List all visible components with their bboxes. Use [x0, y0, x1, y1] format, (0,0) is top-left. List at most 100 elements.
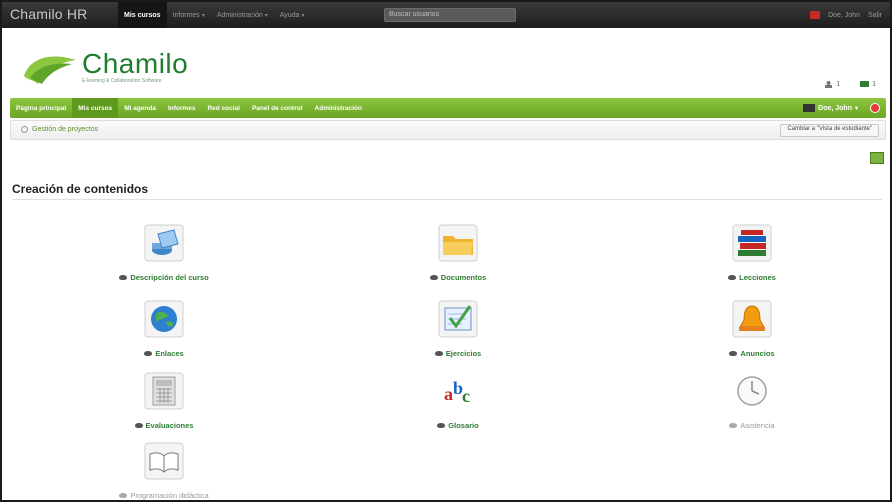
chamilo-logo-icon [24, 56, 76, 84]
top-nav-label: Administración [216, 11, 263, 19]
tool-label: Enlaces [74, 349, 254, 358]
tool-name: Evaluaciones [145, 421, 194, 430]
nav-reports[interactable]: Informes [162, 98, 201, 118]
tool-name: Asistencia [740, 421, 775, 430]
tool-label: Lecciones [662, 273, 842, 282]
top-right-menu: Doe, John Salir [810, 2, 882, 28]
tool-label: Ejercicios [368, 349, 548, 358]
header-icons: 1 1 [824, 80, 876, 88]
chevron-down-icon: ▾ [264, 12, 268, 19]
calculator-icon [144, 372, 184, 410]
course-home-icon [21, 126, 28, 133]
tool-name: Programación didáctica [130, 491, 209, 500]
app-frame: Chamilo HR Mis cursos Informes ▾ Administ… [0, 0, 892, 502]
tool-course-description[interactable]: Descripción del curso [74, 224, 254, 282]
nav-right: Doe, John ▾ [803, 98, 880, 118]
tool-documents[interactable]: Documentos [368, 224, 548, 282]
user-search-input[interactable]: Buscar usuarios [384, 8, 516, 22]
tool-name: Descripción del curso [130, 273, 209, 282]
tool-exercises[interactable]: Ejercicios [368, 300, 548, 358]
tool-name: Lecciones [739, 273, 776, 282]
visibility-eye-icon[interactable] [434, 351, 443, 356]
top-nav: Mis cursos Informes ▾ Administración ▾ Ayu… [118, 2, 311, 28]
breadcrumb-course[interactable]: Gestión de proyectos [21, 126, 98, 133]
tool-course-progress[interactable]: Programación didáctica [74, 442, 254, 500]
top-nav-administration[interactable]: Administración ▾ [211, 2, 274, 28]
books-icon [732, 224, 772, 262]
header: Chamilo E-learning & Collaboration Softw… [2, 28, 890, 98]
visibility-eye-icon[interactable] [729, 351, 738, 356]
users-count: 1 [836, 80, 841, 88]
nav-my-agenda[interactable]: Mi agenda [118, 98, 162, 118]
course-description-icon [144, 224, 184, 262]
tool-label: Programación didáctica [74, 491, 254, 500]
nav-dashboard[interactable]: Panel de control [246, 98, 309, 118]
breadcrumb: Gestión de proyectos Cambiar a "Vista de… [10, 120, 886, 140]
top-bar: Chamilo HR Mis cursos Informes ▾ Administ… [2, 2, 890, 28]
tool-name: Glosario [448, 421, 479, 430]
tool-gradebook[interactable]: Evaluaciones [74, 372, 254, 430]
nav-user[interactable]: Doe, John ▾ [803, 104, 858, 112]
svg-text:c: c [462, 386, 470, 406]
nav-user-name: Doe, John [818, 104, 852, 112]
glossary-abc-icon: a b c [444, 378, 470, 406]
visibility-eye-icon[interactable] [429, 275, 438, 280]
logout-icon[interactable] [870, 103, 880, 113]
language-flag-icon[interactable] [810, 11, 821, 19]
top-nav-label: Mis cursos [124, 11, 161, 19]
top-nav-label: Ayuda [279, 11, 300, 19]
chevron-down-icon: ▾ [301, 12, 305, 19]
tool-label: Glosario [368, 421, 548, 430]
tool-name: Ejercicios [445, 349, 482, 358]
student-view-button[interactable]: Cambiar a "Vista de estudiante" [780, 124, 879, 137]
section-title: Creación de contenidos [12, 182, 149, 196]
visibility-eye-icon[interactable] [144, 351, 153, 356]
chamilo-logo[interactable]: Chamilo E-learning & Collaboration Softw… [20, 48, 230, 94]
breadcrumb-label: Gestión de proyectos [32, 126, 99, 133]
tool-lessons[interactable]: Lecciones [662, 224, 842, 282]
globe-icon [144, 300, 184, 338]
bell-icon [732, 300, 772, 338]
nav-my-courses[interactable]: Mis cursos [72, 98, 119, 118]
users-icon [825, 81, 833, 88]
logo-subtitle: E-learning & Collaboration Software [82, 78, 162, 84]
logout-link[interactable]: Salir [868, 12, 882, 19]
open-book-icon [144, 442, 184, 480]
visibility-eye-icon[interactable] [119, 275, 128, 280]
messages-count: 1 [872, 80, 876, 88]
edit-icon[interactable] [870, 152, 884, 164]
top-nav-reports[interactable]: Informes ▾ [167, 2, 211, 28]
nav-administration[interactable]: Administración [309, 98, 368, 118]
tool-announcements[interactable]: Anuncios [662, 300, 842, 358]
tool-label: Evaluaciones [74, 421, 254, 430]
section-divider [12, 199, 882, 200]
tool-name: Anuncios [740, 349, 775, 358]
tool-attendance[interactable]: Asistencia [662, 372, 842, 430]
visibility-eye-icon[interactable] [728, 275, 737, 280]
tool-name: Documentos [440, 273, 487, 282]
visibility-eye-icon[interactable] [119, 493, 128, 498]
tool-glossary[interactable]: a b c Glosario [368, 372, 548, 430]
top-nav-help[interactable]: Ayuda ▾ [274, 2, 311, 28]
nav-social[interactable]: Red social [201, 98, 246, 118]
chevron-down-icon: ▾ [201, 12, 205, 19]
messages[interactable]: 1 [860, 80, 876, 88]
logo-text: Chamilo [82, 48, 189, 79]
visibility-eye-icon[interactable] [437, 423, 446, 428]
top-nav-my-courses[interactable]: Mis cursos [118, 2, 167, 28]
users-online[interactable]: 1 [824, 80, 840, 88]
chevron-down-icon: ▾ [854, 105, 858, 112]
top-nav-label: Informes [172, 11, 200, 19]
avatar [803, 104, 816, 112]
tool-links[interactable]: Enlaces [74, 300, 254, 358]
visibility-eye-icon[interactable] [134, 423, 143, 428]
tool-label: Anuncios [662, 349, 842, 358]
tool-name: Enlaces [155, 349, 184, 358]
visibility-eye-icon[interactable] [729, 423, 738, 428]
site-brand[interactable]: Chamilo HR [10, 6, 87, 22]
message-icon [860, 81, 870, 87]
tool-label: Descripción del curso [74, 273, 254, 282]
clock-icon [737, 376, 767, 406]
nav-home[interactable]: Página principal [10, 98, 72, 118]
top-user-name[interactable]: Doe, John [828, 12, 860, 19]
